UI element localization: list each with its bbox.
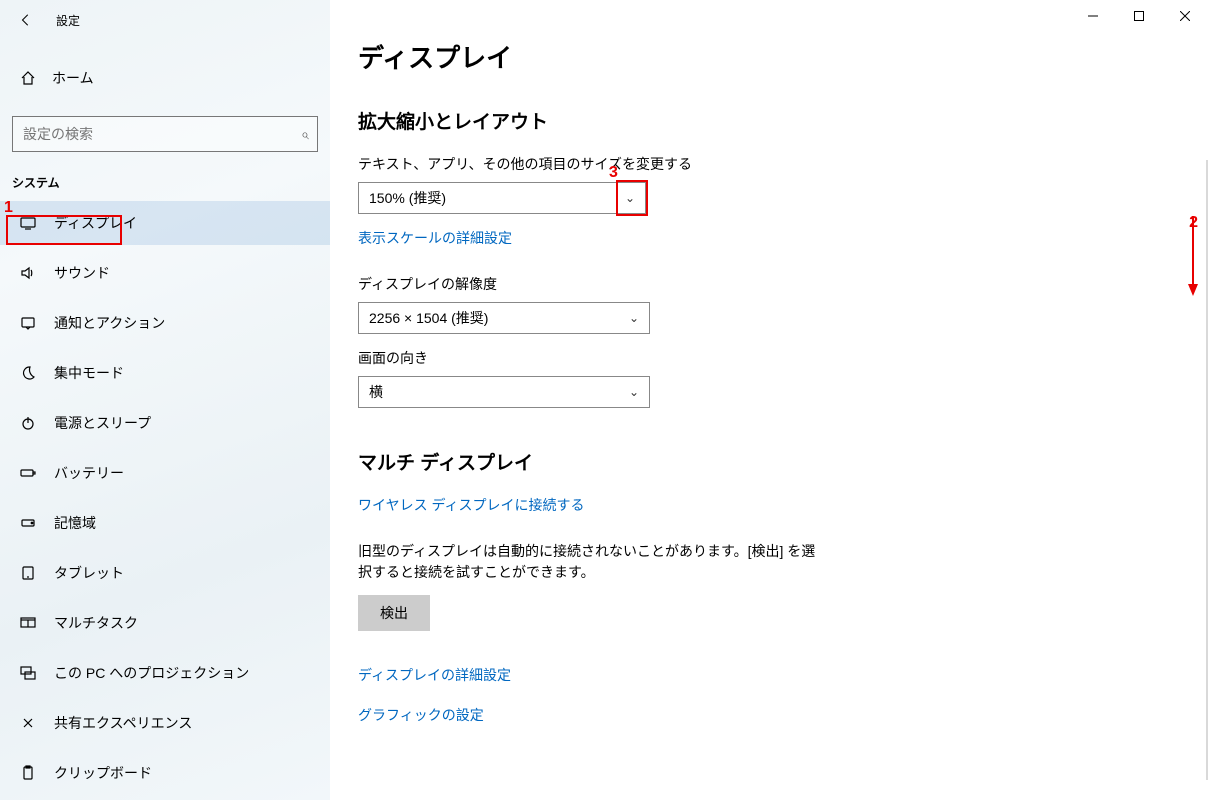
sidebar-item-label: 共有エクスペリエンス [54,713,192,733]
sidebar-item-label: 通知とアクション [54,313,165,333]
sidebar-item-projection[interactable]: この PC へのプロジェクション [0,651,330,695]
speaker-icon [18,265,38,281]
sidebar-item-label: タブレット [54,563,124,583]
chevron-down-icon: ⌄ [629,385,639,399]
page-title: ディスプレイ [358,38,1208,75]
orientation-label: 画面の向き [358,348,1208,368]
sidebar-item-sound[interactable]: サウンド [0,251,330,295]
detect-button[interactable]: 検出 [358,595,430,631]
sidebar-item-display[interactable]: ディスプレイ [0,201,330,245]
resolution-value: 2256 × 1504 (推奨) [369,308,629,328]
sidebar-item-notifications[interactable]: 通知とアクション [0,301,330,345]
sidebar-item-label: クリップボード [54,763,152,783]
sidebar-item-storage[interactable]: 記憶域 [0,501,330,545]
sidebar-item-tablet[interactable]: タブレット [0,551,330,595]
multitask-icon [18,615,38,631]
sidebar-item-clipboard[interactable]: クリップボード [0,751,330,795]
sidebar: 設定 ホーム ⌕ システム ディスプレイ サウンド [0,0,330,800]
orientation-dropdown[interactable]: 横 ⌄ [358,376,650,408]
home-button[interactable]: ホーム [0,58,330,98]
chevron-down-icon: ⌄ [625,191,635,205]
graphics-settings-link[interactable]: グラフィックの設定 [358,705,484,725]
section-multi-title: マルチ ディスプレイ [358,448,1208,475]
close-button[interactable] [1162,0,1208,32]
sidebar-item-label: 記憶域 [54,513,96,533]
minimize-button[interactable] [1070,0,1116,32]
home-icon [18,70,38,86]
settings-search[interactable]: ⌕ [12,116,318,152]
scale-dropdown[interactable]: 150% (推奨) ⌄ [358,182,646,214]
window-controls [1070,0,1208,32]
back-button[interactable] [10,4,42,36]
monitor-icon [18,215,38,231]
sidebar-item-label: 電源とスリープ [54,413,151,433]
scale-advanced-link[interactable]: 表示スケールの詳細設定 [358,228,512,248]
storage-icon [18,515,38,531]
main-panel: ディスプレイ 拡大縮小とレイアウト テキスト、アプリ、その他の項目のサイズを変更… [330,0,1208,800]
app-title: 設定 [56,12,80,29]
power-icon [18,415,38,431]
section-scale-title: 拡大縮小とレイアウト [358,107,1208,134]
resolution-dropdown[interactable]: 2256 × 1504 (推奨) ⌄ [358,302,650,334]
sidebar-item-label: マルチタスク [54,613,138,633]
sidebar-item-multitask[interactable]: マルチタスク [0,601,330,645]
home-label: ホーム [52,68,94,88]
sidebar-item-shared[interactable]: 共有エクスペリエンス [0,701,330,745]
category-label: システム [12,174,330,191]
sidebar-item-battery[interactable]: バッテリー [0,451,330,495]
search-input[interactable] [21,125,301,143]
notification-icon [18,315,38,331]
advanced-display-link[interactable]: ディスプレイの詳細設定 [358,665,511,685]
project-icon [18,665,38,681]
sidebar-item-label: バッテリー [54,463,124,483]
moon-icon [18,365,38,381]
tablet-icon [18,565,38,581]
sidebar-item-label: この PC へのプロジェクション [54,663,249,683]
detect-description: 旧型のディスプレイは自動的に接続されないことがあります。[検出] を選択すると接… [358,541,828,583]
sidebar-item-label: 集中モード [54,363,124,383]
titlebar-left: 設定 [0,0,330,40]
orientation-value: 横 [369,382,629,402]
scale-label: テキスト、アプリ、その他の項目のサイズを変更する [358,154,1208,174]
battery-icon [18,465,38,481]
clipboard-icon [18,765,38,781]
settings-window: 設定 ホーム ⌕ システム ディスプレイ サウンド [0,0,1208,800]
scale-value: 150% (推奨) [369,188,625,208]
sidebar-item-label: サウンド [54,263,110,283]
chevron-down-icon: ⌄ [629,311,639,325]
wireless-display-link[interactable]: ワイヤレス ディスプレイに接続する [358,495,585,515]
resolution-label: ディスプレイの解像度 [358,274,1208,294]
sidebar-item-label: ディスプレイ [54,213,137,233]
share-icon [18,715,38,731]
maximize-button[interactable] [1116,0,1162,32]
sidebar-item-focus[interactable]: 集中モード [0,351,330,395]
search-icon: ⌕ [301,126,309,143]
sidebar-item-power[interactable]: 電源とスリープ [0,401,330,445]
